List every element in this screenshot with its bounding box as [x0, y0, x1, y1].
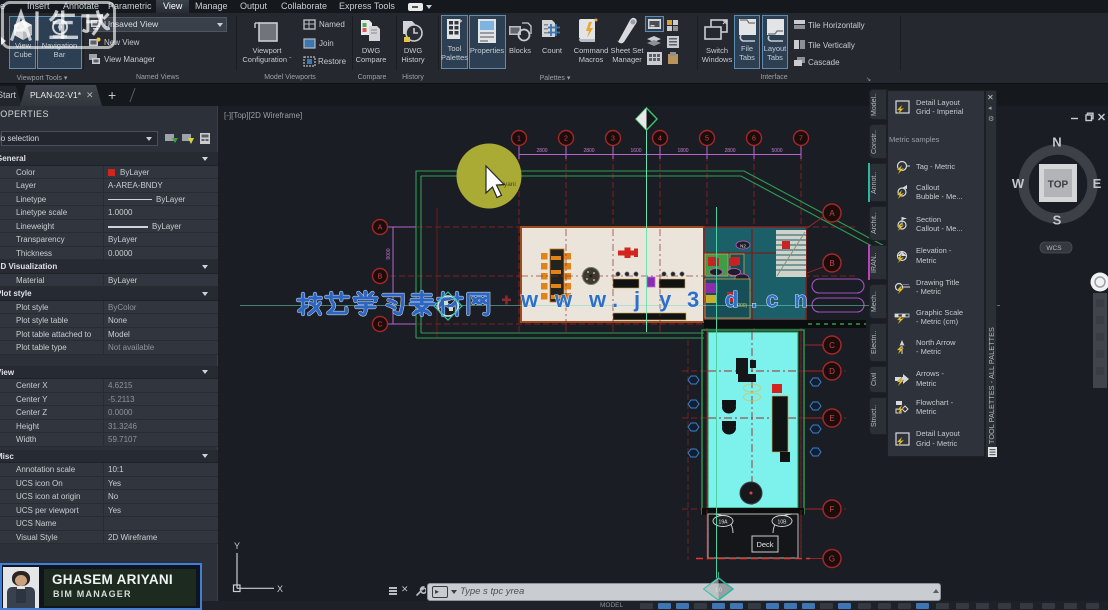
svg-text:y: y: [659, 287, 672, 312]
svg-text:w: w: [588, 287, 607, 312]
svg-text:10B: 10B: [778, 520, 788, 526]
svg-text:3: 3: [611, 136, 615, 143]
svg-text:E: E: [1093, 176, 1102, 191]
svg-text:1: 1: [517, 136, 521, 143]
svg-text:19A: 19A: [719, 520, 729, 526]
svg-text:F: F: [830, 505, 835, 514]
svg-text:6: 6: [752, 136, 756, 143]
svg-text:.: .: [612, 287, 618, 312]
svg-text:X: X: [277, 584, 283, 594]
svg-text:3: 3: [687, 287, 699, 312]
svg-text:E: E: [829, 414, 834, 423]
svg-text:D: D: [829, 367, 835, 376]
svg-text:A: A: [829, 209, 835, 218]
svg-text:A: A: [378, 225, 383, 232]
svg-text:9000: 9000: [386, 248, 392, 259]
svg-text:B: B: [378, 274, 383, 281]
svg-text:2800: 2800: [724, 148, 735, 154]
svg-text:5000: 5000: [771, 148, 782, 154]
svg-text:[-][Top][2D Wireframe]: [-][Top][2D Wireframe]: [224, 111, 302, 120]
svg-text:c: c: [766, 287, 778, 312]
svg-text:.: .: [751, 287, 757, 312]
svg-text:2800: 2800: [536, 148, 547, 154]
svg-text:N2: N2: [740, 244, 746, 249]
svg-text:4: 4: [658, 136, 662, 143]
svg-text:d: d: [725, 287, 738, 312]
svg-text:N: N: [1052, 135, 1061, 150]
svg-text:n: n: [794, 287, 807, 312]
svg-text:Deck: Deck: [756, 540, 773, 549]
svg-text:Y: Y: [234, 541, 240, 551]
svg-text:1.0: 1.0: [715, 588, 722, 594]
svg-text:w: w: [554, 287, 573, 312]
svg-text:C: C: [829, 341, 835, 350]
svg-text:W: W: [1012, 176, 1025, 191]
svg-text:1600: 1600: [630, 148, 641, 154]
svg-text:WCS: WCS: [1046, 245, 1062, 252]
svg-text:5: 5: [705, 136, 709, 143]
svg-text:7: 7: [799, 136, 803, 143]
svg-text:w: w: [520, 287, 539, 312]
svg-text:G: G: [829, 555, 835, 564]
svg-text:1800: 1800: [677, 148, 688, 154]
svg-text:2: 2: [564, 136, 568, 143]
svg-text:TOP: TOP: [1048, 180, 1069, 191]
svg-text:j: j: [633, 287, 640, 312]
svg-text:C: C: [377, 322, 382, 329]
svg-text:B: B: [829, 259, 834, 268]
svg-text:2800: 2800: [583, 148, 594, 154]
svg-text:S: S: [1053, 213, 1062, 228]
